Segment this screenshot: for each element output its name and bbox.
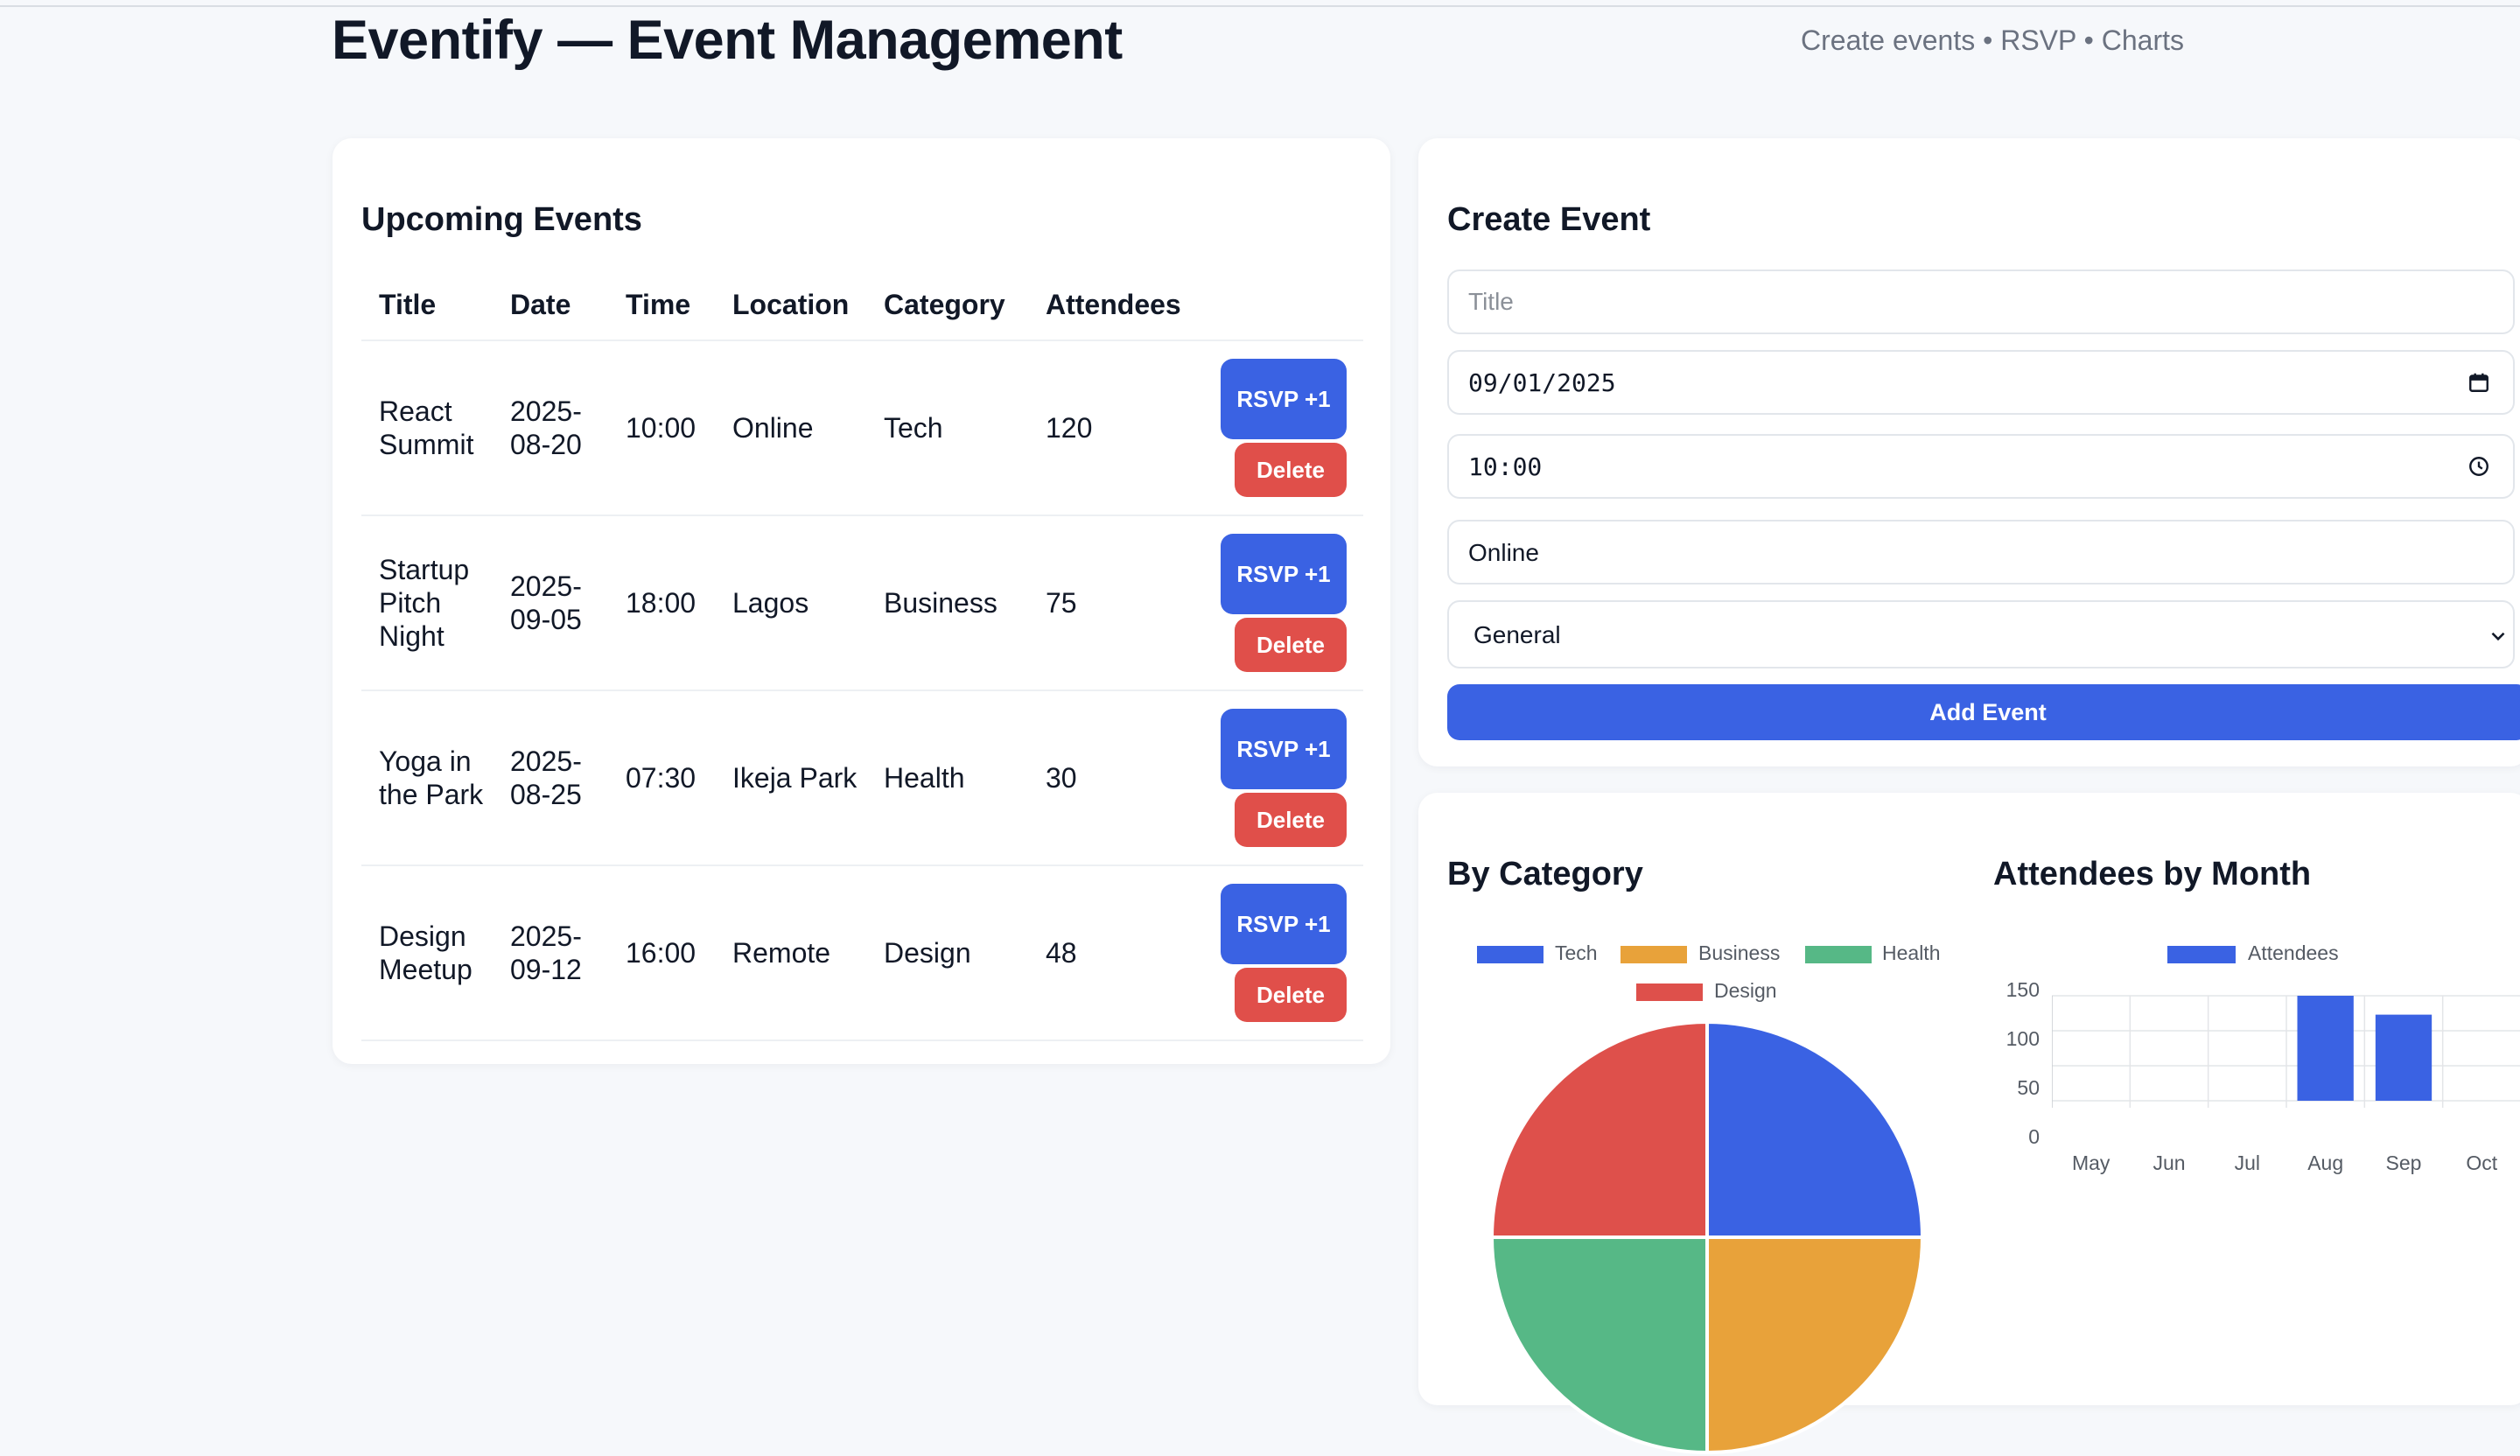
event-category: Design [884,937,971,969]
category-select[interactable]: General [1447,600,2515,668]
bar-sep [2375,1014,2432,1101]
delete-button[interactable]: Delete [1235,443,1347,497]
attendees-bar-chart [2052,995,2520,1108]
column-header-category: Category [884,289,1005,320]
event-time: 18:00 [626,587,696,619]
event-title: React Summit [379,396,474,460]
rsvp-button[interactable]: RSVP +1 [1221,884,1347,964]
bar-aug [2297,996,2354,1101]
event-attendees: 75 [1046,587,1077,619]
y-tick: 0 [2028,1125,2040,1148]
table-row: Yoga in the Park 2025-08-25 07:30 Ikeja … [361,691,1363,866]
column-header-time: Time [626,289,691,320]
events-table: Title Date Time Location Category Attend… [361,270,1363,1041]
events-heading: Upcoming Events [361,201,642,238]
table-row: Design Meetup 2025-09-12 16:00 Remote De… [361,866,1363,1041]
calendar-icon[interactable] [2468,371,2490,394]
rsvp-button[interactable]: RSVP +1 [1221,534,1347,614]
legend-label-design: Design [1714,979,1777,1002]
create-event-card: Create Event 09/01/2025 10:00 Online Gen… [1418,138,2520,766]
x-tick-aug: Aug [2307,1152,2344,1174]
x-tick-jun: Jun [2152,1152,2186,1174]
legend-swatch-design [1636,984,1703,1001]
column-header-date: Date [510,289,571,320]
add-event-button[interactable]: Add Event [1447,684,2520,740]
event-title: Design Meetup [379,920,472,985]
event-date: 2025-08-25 [510,746,582,810]
delete-button[interactable]: Delete [1235,793,1347,847]
legend-label-tech: Tech [1555,942,1598,964]
legend-label-business: Business [1698,942,1781,964]
table-row: Startup Pitch Night 2025-09-05 18:00 Lag… [361,516,1363,691]
event-attendees: 30 [1046,762,1077,794]
column-header-location: Location [732,289,850,320]
title-input[interactable] [1449,271,2513,332]
event-date: 2025-09-12 [510,920,582,985]
month-chart-title: Attendees by Month [1993,856,2312,892]
charts-card: By Category Attendees by Month Tech Busi… [1418,793,2520,1455]
location-value: Online [1468,539,1539,566]
chevron-down-icon [2491,632,2505,641]
event-title: Startup Pitch Night [379,554,470,652]
event-time: 07:30 [626,762,696,794]
clock-icon[interactable] [2468,455,2490,478]
location-field[interactable]: Online [1447,520,2515,584]
column-header-attendees: Attendees [1046,289,1181,320]
event-attendees: 48 [1046,937,1077,969]
x-tick-jul: Jul [2234,1152,2261,1174]
tagline: Create events • RSVP • Charts [1801,24,2184,56]
row-actions: RSVP +1 Delete [1221,534,1362,674]
row-actions: RSVP +1 Delete [1221,359,1362,499]
event-time: 10:00 [626,412,696,444]
legend-swatch-attendees [2167,946,2236,963]
legend-swatch-health [1805,946,1872,963]
title-field [1447,270,2515,334]
column-header-title: Title [379,289,437,320]
event-location: Lagos [732,587,809,619]
x-tick-may: May [2071,1152,2110,1174]
date-value: 09/01/2025 [1468,368,1616,397]
event-date: 2025-09-05 [510,570,582,635]
page-title: Eventify — Event Management [332,10,1123,71]
pie-slice-business [1705,1236,1925,1455]
pie-slice-design [1489,1019,1709,1239]
events-card: Upcoming Events Title Date Time Location… [332,138,1390,1064]
table-row: React Summit 2025-08-20 10:00 Online Tec… [361,341,1363,516]
delete-button[interactable]: Delete [1235,968,1347,1022]
row-actions: RSVP +1 Delete [1221,884,1362,1024]
pie-slice-tech [1705,1019,1925,1239]
category-value: General [1474,621,1561,648]
table-header: Title Date Time Location Category Attend… [361,270,1363,341]
event-location: Remote [732,937,831,969]
event-date: 2025-08-20 [510,396,582,460]
x-tick-sep: Sep [2385,1152,2422,1174]
event-time: 16:00 [626,937,696,969]
row-actions: RSVP +1 Delete [1221,709,1362,849]
y-tick: 100 [2006,1027,2040,1050]
event-category: Tech [884,412,943,444]
legend-swatch-tech [1477,946,1544,963]
create-heading: Create Event [1447,201,1651,238]
category-pie-chart [1489,1019,1925,1455]
y-tick: 150 [2006,978,2040,1001]
event-attendees: 120 [1046,412,1093,444]
legend-swatch-business [1620,946,1687,963]
x-tick-oct: Oct [2466,1152,2498,1174]
date-field[interactable]: 09/01/2025 [1447,350,2515,415]
legend-label-attendees: Attendees [2248,942,2339,964]
time-field[interactable]: 10:00 [1447,434,2515,499]
time-value: 10:00 [1468,452,1543,481]
event-category: Business [884,587,998,619]
delete-button[interactable]: Delete [1235,618,1347,672]
category-chart-title: By Category [1447,856,1643,892]
rsvp-button[interactable]: RSVP +1 [1221,359,1347,439]
y-tick: 50 [2017,1076,2040,1099]
pie-slice-health [1489,1236,1709,1455]
event-title: Yoga in the Park [379,746,484,810]
rsvp-button[interactable]: RSVP +1 [1221,709,1347,789]
event-category: Health [884,762,965,794]
legend-label-health: Health [1882,942,1941,964]
event-location: Online [732,412,814,444]
event-location: Ikeja Park [732,762,858,794]
